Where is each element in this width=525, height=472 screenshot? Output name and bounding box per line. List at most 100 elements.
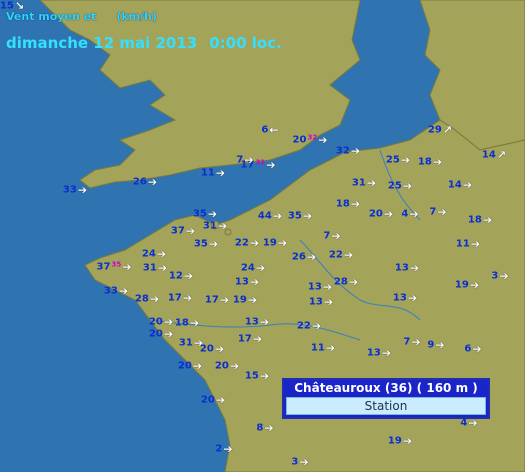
wind-station[interactable]: 3 ➔ [491, 270, 508, 282]
wind-station[interactable]: 15 ➔ [245, 369, 270, 382]
wind-station[interactable]: 7 ➔ [323, 230, 340, 242]
wind-station[interactable]: 20 ➔ [199, 342, 225, 355]
wind-station[interactable]: 35 ➔ [194, 238, 218, 250]
wind-speed-value: 6 [464, 343, 472, 355]
wind-station[interactable]: 17 ➔ [168, 292, 192, 304]
wind-station[interactable]: 35 ➔ [288, 209, 313, 222]
wind-station[interactable]: 7 ➔ [403, 336, 420, 348]
wind-station[interactable]: 19 ➔ [233, 294, 257, 306]
wind-station[interactable]: 14 ↗ [482, 149, 506, 161]
wind-station[interactable]: 6 ➔ [464, 343, 481, 355]
wind-station[interactable]: 31 ➔ [143, 262, 167, 274]
wind-station[interactable]: 13 ➔ [309, 295, 334, 308]
wind-direction-arrow-icon: ➔ [350, 197, 361, 210]
wind-direction-arrow-icon: ➔ [402, 434, 413, 447]
wind-station[interactable]: 24 ➔ [142, 248, 166, 260]
wind-station[interactable]: 6 ← [261, 124, 278, 136]
wind-station[interactable]: 44 ➔ [258, 210, 282, 222]
wind-station[interactable]: 22 ➔ [235, 236, 260, 249]
wind-station[interactable]: 7 ➔ [429, 205, 447, 218]
wind-station[interactable]: 28 ➔ [135, 293, 159, 305]
wind-station[interactable]: 13 ➔ [367, 347, 391, 359]
wind-station[interactable]: 13 ➔ [245, 316, 269, 328]
wind-direction-arrow-icon: ➔ [214, 342, 225, 355]
wind-station[interactable]: 4 ➔ [401, 208, 418, 220]
timestamp: dimanche 12 mai 2013 0:00 loc. [6, 34, 282, 52]
wind-station[interactable]: 8 ➔ [256, 422, 273, 434]
wind-station[interactable]: 7 ➔ [236, 154, 253, 166]
wind-station[interactable]: 13 ➔ [393, 292, 417, 304]
wind-direction-arrow-icon: ➔ [318, 133, 328, 146]
wind-station[interactable]: 22 ➔ [297, 320, 321, 332]
wind-station[interactable]: 20 ➔ [178, 359, 203, 372]
wind-direction-arrow-icon: ➔ [259, 369, 270, 382]
wind-speed-value: 11 [200, 167, 215, 179]
wind-station[interactable]: 32 ➔ [336, 145, 360, 157]
wind-station[interactable]: 20 ➔ [201, 394, 225, 406]
wind-station[interactable]: 11 ➔ [310, 341, 336, 354]
wind-station[interactable]: 22 ➔ [328, 249, 353, 261]
wind-station[interactable]: 18 ➔ [336, 197, 361, 210]
wind-station[interactable]: 11 ➔ [200, 167, 225, 179]
wind-station[interactable]: 33 ➔ [63, 184, 87, 196]
wind-station[interactable]: 28 ➔ [334, 276, 358, 288]
wind-station[interactable]: 14 ➔ [448, 179, 472, 191]
wind-station[interactable]: 11 ➔ [456, 238, 480, 250]
wind-speed-value: 31 [178, 337, 193, 349]
legend-unit: (km/h) [116, 10, 158, 23]
wind-station[interactable]: 19 ➔ [263, 237, 287, 249]
wind-station[interactable]: 20 ➔ [149, 328, 173, 340]
wind-station[interactable]: 20 ➔ [369, 208, 393, 220]
wind-station[interactable]: 31 ➔ [352, 177, 376, 189]
wind-station[interactable]: 12 ➔ [169, 270, 193, 282]
wind-station[interactable]: 20 ➔ [149, 316, 173, 328]
wind-speed-value: 19 [387, 435, 402, 447]
wind-speed-value: 7 [403, 336, 411, 348]
wind-station[interactable]: 19 ➔ [387, 434, 413, 447]
wind-station[interactable]: 25 ➔ [388, 180, 412, 192]
wind-station[interactable]: 35 ➔ [193, 208, 217, 220]
wind-station[interactable]: 18 ➔ [418, 156, 442, 168]
wind-station[interactable]: 15 ↘ [0, 0, 24, 12]
wind-station[interactable]: 17 ➔ [205, 294, 229, 306]
wind-map[interactable]: Vent moyen et (km/h) dimanche 12 mai 2013… [0, 0, 525, 472]
wind-direction-arrow-icon: ➔ [325, 341, 336, 354]
wind-direction-arrow-icon: ➔ [302, 209, 313, 222]
wind-station[interactable]: 24 ➔ [241, 262, 265, 274]
wind-station[interactable]: 13 ➔ [235, 276, 259, 288]
wind-direction-arrow-icon: ➔ [437, 205, 447, 218]
station-button[interactable]: Station [286, 397, 486, 415]
wind-station[interactable]: 4 ➔ [460, 417, 477, 429]
wind-direction-arrow-icon: ➔ [249, 236, 260, 249]
wind-direction-arrow-icon: ➔ [323, 295, 334, 308]
wind-direction-arrow-icon: ➔ [435, 338, 445, 351]
wind-station[interactable]: 20 32 ➔ [293, 133, 328, 146]
wind-station[interactable]: 2 ➔ [215, 443, 232, 455]
wind-gust-value: 35 [111, 260, 122, 269]
date-label: dimanche 12 mai 2013 [6, 34, 198, 52]
wind-direction-arrow-icon: ➔ [192, 359, 203, 372]
wind-station[interactable]: 31 ➔ [203, 220, 227, 232]
wind-speed-value: 8 [256, 422, 264, 434]
wind-station[interactable]: 37 35 ➔ [97, 260, 132, 273]
wind-station[interactable]: 25 ➔ [386, 154, 410, 166]
wind-station[interactable]: 20 ➔ [215, 360, 239, 372]
wind-station[interactable]: 13 ➔ [308, 281, 332, 293]
wind-station[interactable]: 37 ➔ [170, 225, 195, 237]
wind-station[interactable]: 33 ➔ [104, 285, 128, 297]
wind-station[interactable]: 19 ➔ [455, 279, 479, 291]
wind-speed-value: 22 [328, 249, 343, 261]
wind-station[interactable]: 3 ➔ [291, 456, 308, 468]
wind-station[interactable]: 26 ➔ [292, 251, 316, 263]
wind-station[interactable]: 13 ➔ [395, 262, 419, 274]
time-label: 0:00 loc. [209, 34, 282, 52]
wind-speed-value: 37 [170, 225, 185, 237]
wind-speed-value: 11 [310, 342, 325, 354]
wind-station[interactable]: 17 ➔ [238, 333, 262, 345]
wind-station[interactable]: 26 ➔ [133, 176, 157, 188]
wind-station[interactable]: 18 ➔ [175, 317, 199, 329]
wind-station[interactable]: 9 ➔ [427, 338, 445, 351]
wind-station[interactable]: 18 ➔ [468, 214, 492, 226]
wind-speed-value: 20 [199, 343, 214, 355]
wind-station[interactable]: 29 ↗ [428, 124, 452, 136]
